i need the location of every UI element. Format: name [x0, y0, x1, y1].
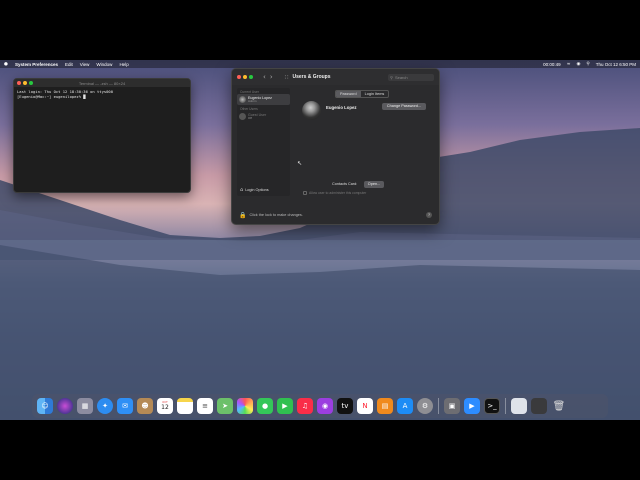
contacts-icon[interactable]: ☻ [137, 398, 153, 414]
menu-edit[interactable]: Edit [65, 62, 73, 67]
user-full-name: Eugenio Lopez [326, 105, 357, 110]
apple-tv-icon[interactable]: tv [337, 398, 353, 414]
avatar [239, 96, 246, 103]
prefs-footer: 🔒 Click the lock to make changes. ? [232, 206, 439, 224]
window-title: Users & Groups [292, 74, 331, 80]
login-options-label: Login Options [245, 188, 269, 192]
news-icon[interactable]: N [357, 398, 373, 414]
calendar-day: 12 [161, 404, 169, 411]
screenshot-icon[interactable]: ▣ [444, 398, 460, 414]
sidebar-user-current[interactable]: Eugenio Lopez Admin [237, 94, 290, 105]
facetime-icon[interactable]: ▶ [277, 398, 293, 414]
desktop: ● System Preferences Edit View Window He… [0, 60, 640, 420]
terminal-title: Terminal — -zsh — 80×24 [78, 80, 126, 86]
forward-chevron-icon[interactable]: › [270, 73, 273, 81]
search-field[interactable]: ⚲ Search [388, 73, 434, 81]
music-icon[interactable]: ♫ [297, 398, 313, 414]
allow-admin-label: Allow user to administer this computer [309, 191, 367, 195]
menu-window[interactable]: Window [96, 62, 112, 67]
document-stack-icon[interactable] [511, 398, 527, 414]
minimize-button[interactable] [243, 75, 247, 79]
user-role: Off [248, 115, 252, 120]
reminders-icon[interactable]: ≡ [197, 398, 213, 414]
tab-bar: Password Login Items [335, 90, 390, 98]
podcasts-icon[interactable]: ◉ [317, 398, 333, 414]
app-store-icon[interactable]: A [397, 398, 413, 414]
menu-app-name[interactable]: System Preferences [15, 62, 58, 67]
zoom-icon[interactable]: ▶ [464, 398, 480, 414]
system-preferences-icon[interactable]: ⚙ [417, 398, 433, 414]
search-icon: ⚲ [390, 74, 393, 80]
menu-bar: ● System Preferences Edit View Window He… [0, 60, 640, 68]
lock-label: Click the lock to make changes. [249, 213, 303, 217]
login-options-button[interactable]: ⌂ Login Options [240, 187, 269, 193]
menu-clock[interactable]: Thu Oct 12 6:50 PM [596, 62, 636, 67]
mail-icon[interactable]: ✉ [117, 398, 133, 414]
finder-icon[interactable]: ☺ [37, 398, 53, 414]
maps-icon[interactable]: ➤ [217, 398, 233, 414]
spotlight-icon[interactable]: ⚲ [586, 62, 589, 67]
terminal-icon[interactable]: >_ [484, 398, 500, 414]
lock-icon[interactable]: 🔒 [239, 212, 246, 219]
control-center-icon[interactable]: ◉ [576, 62, 580, 67]
launchpad-icon[interactable]: ▦ [77, 398, 93, 414]
mouse-pointer-icon: ↖ [297, 160, 303, 167]
terminal-titlebar[interactable]: Terminal — -zsh — 80×24 [14, 79, 190, 87]
dock: ☺ ▦ ✦ ✉ ☻ OCT 12 ≡ ➤ ● ▶ ♫ ◉ tv N ▤ A ⚙ … [32, 394, 608, 418]
siri-icon[interactable] [57, 398, 73, 414]
contacts-card-label: Contacts Card: [332, 182, 358, 186]
user-role: Admin [248, 98, 257, 103]
user-avatar[interactable] [302, 101, 321, 120]
calendar-icon[interactable]: OCT 12 [157, 398, 173, 414]
notes-icon[interactable] [177, 398, 193, 414]
terminal-output[interactable]: Last login: Thu Oct 12 18:30:36 on ttys0… [14, 87, 190, 101]
change-password-button[interactable]: Change Password... [382, 103, 426, 110]
downloads-stack-icon[interactable] [531, 398, 547, 414]
menu-help[interactable]: Help [119, 62, 128, 67]
menu-view[interactable]: View [80, 62, 90, 67]
search-placeholder: Search [394, 74, 408, 80]
dock-separator [438, 398, 439, 414]
tab-login-items[interactable]: Login Items [361, 91, 389, 97]
allow-admin-checkbox[interactable] [303, 191, 307, 195]
help-button[interactable]: ? [426, 212, 432, 218]
open-contacts-button[interactable]: Open... [364, 181, 384, 188]
allow-admin-checkbox-row[interactable]: Allow user to administer this computer [303, 191, 366, 195]
avatar [239, 113, 246, 120]
terminal-line: [Eugenio@Mac:~] eugenilopez% █ [17, 94, 86, 99]
dock-separator [505, 398, 506, 414]
sidebar-user-guest[interactable]: Guest User Off [237, 111, 290, 122]
zoom-button[interactable] [249, 75, 253, 79]
photos-icon[interactable] [237, 398, 253, 414]
close-button[interactable] [237, 75, 241, 79]
back-chevron-icon[interactable]: ‹ [263, 73, 266, 81]
messages-icon[interactable]: ● [257, 398, 273, 414]
books-icon[interactable]: ▤ [377, 398, 393, 414]
apple-menu-icon[interactable]: ● [4, 62, 8, 67]
show-all-grid-icon[interactable]: ∷ [285, 74, 289, 81]
terminal-window[interactable]: Terminal — -zsh — 80×24 Last login: Thu … [13, 78, 191, 193]
users-groups-window[interactable]: ‹ › ∷ Users & Groups ⚲ Search Current Us… [231, 68, 440, 225]
users-sidebar: Current User Eugenio Lopez Admin Other U… [237, 88, 290, 196]
recording-timer[interactable]: 00:00:49 [543, 62, 561, 67]
tab-password[interactable]: Password [336, 91, 361, 97]
safari-icon[interactable]: ✦ [97, 398, 113, 414]
prefs-toolbar[interactable]: ‹ › ∷ Users & Groups ⚲ Search [232, 69, 439, 85]
house-icon: ⌂ [240, 187, 244, 193]
wifi-icon[interactable]: ≈ [567, 62, 571, 67]
trash-icon[interactable]: 🗑 [551, 398, 567, 414]
